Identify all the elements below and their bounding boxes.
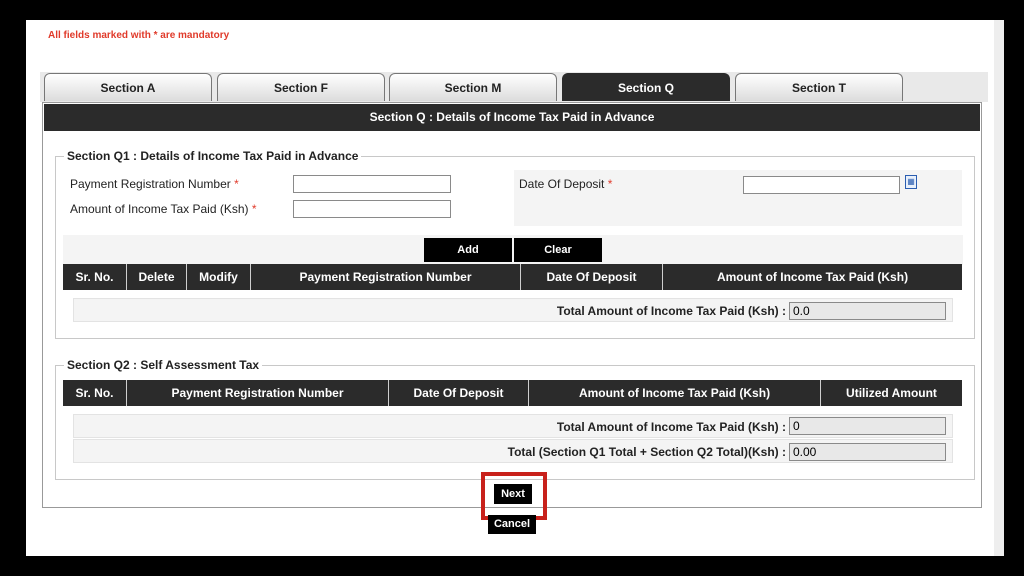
tab-section-m[interactable]: Section M: [389, 73, 557, 101]
mandatory-note: All fields marked with * are mandatory: [48, 30, 230, 41]
q1-total-field: [789, 302, 946, 320]
add-button[interactable]: Add: [424, 238, 512, 262]
tab-section-f[interactable]: Section F: [217, 73, 385, 101]
q1-col-delete: Delete: [127, 264, 187, 290]
grand-total-label: Total (Section Q1 Total + Section Q2 Tot…: [507, 445, 786, 459]
q2-total-label: Total Amount of Income Tax Paid (Ksh) :: [556, 420, 786, 434]
cancel-button[interactable]: Cancel: [488, 515, 536, 534]
prn-label: Payment Registration Number *: [70, 177, 239, 191]
prn-input[interactable]: [293, 175, 451, 193]
q1-col-modify: Modify: [187, 264, 251, 290]
q1-col-date: Date Of Deposit: [521, 264, 663, 290]
q2-col-utilized: Utilized Amount: [846, 386, 937, 400]
q1-table-header: Sr. No. Delete Modify Payment Registrati…: [63, 264, 962, 290]
section-q1-legend: Section Q1 : Details of Income Tax Paid …: [67, 149, 359, 163]
next-highlight-box: [481, 472, 547, 520]
action-bar: [63, 235, 963, 265]
amount-label: Amount of Income Tax Paid (Ksh) *: [70, 202, 257, 216]
grand-total-field: [789, 443, 946, 461]
q2-col-amount: Amount of Income Tax Paid (Ksh): [529, 380, 821, 406]
clear-button[interactable]: Clear: [514, 238, 602, 262]
bottom-strip: [0, 566, 1024, 576]
section-q2-legend: Section Q2 : Self Assessment Tax: [67, 358, 260, 372]
tab-section-a[interactable]: Section A: [44, 73, 212, 101]
date-of-deposit-input[interactable]: [743, 176, 900, 194]
q1-col-sr-no: Sr. No.: [63, 264, 127, 290]
q2-col-date: Date Of Deposit: [389, 380, 529, 406]
q2-col-prn: Payment Registration Number: [127, 380, 389, 406]
window-edge: [994, 20, 1004, 556]
calendar-icon[interactable]: ▦: [905, 175, 917, 189]
amount-input[interactable]: [293, 200, 451, 218]
q2-total-field: [789, 417, 946, 435]
q1-col-prn: Payment Registration Number: [251, 264, 521, 290]
tab-section-q[interactable]: Section Q: [562, 73, 730, 101]
tab-section-t[interactable]: Section T: [735, 73, 903, 101]
date-of-deposit-label: Date Of Deposit *: [519, 177, 613, 191]
q1-total-label: Total Amount of Income Tax Paid (Ksh) :: [556, 304, 786, 318]
q1-col-amount: Amount of Income Tax Paid (Ksh): [716, 270, 909, 284]
q2-table-header: Sr. No. Payment Registration Number Date…: [63, 380, 962, 406]
q2-col-sr-no: Sr. No.: [63, 380, 127, 406]
panel-title: Section Q : Details of Income Tax Paid i…: [44, 104, 980, 131]
